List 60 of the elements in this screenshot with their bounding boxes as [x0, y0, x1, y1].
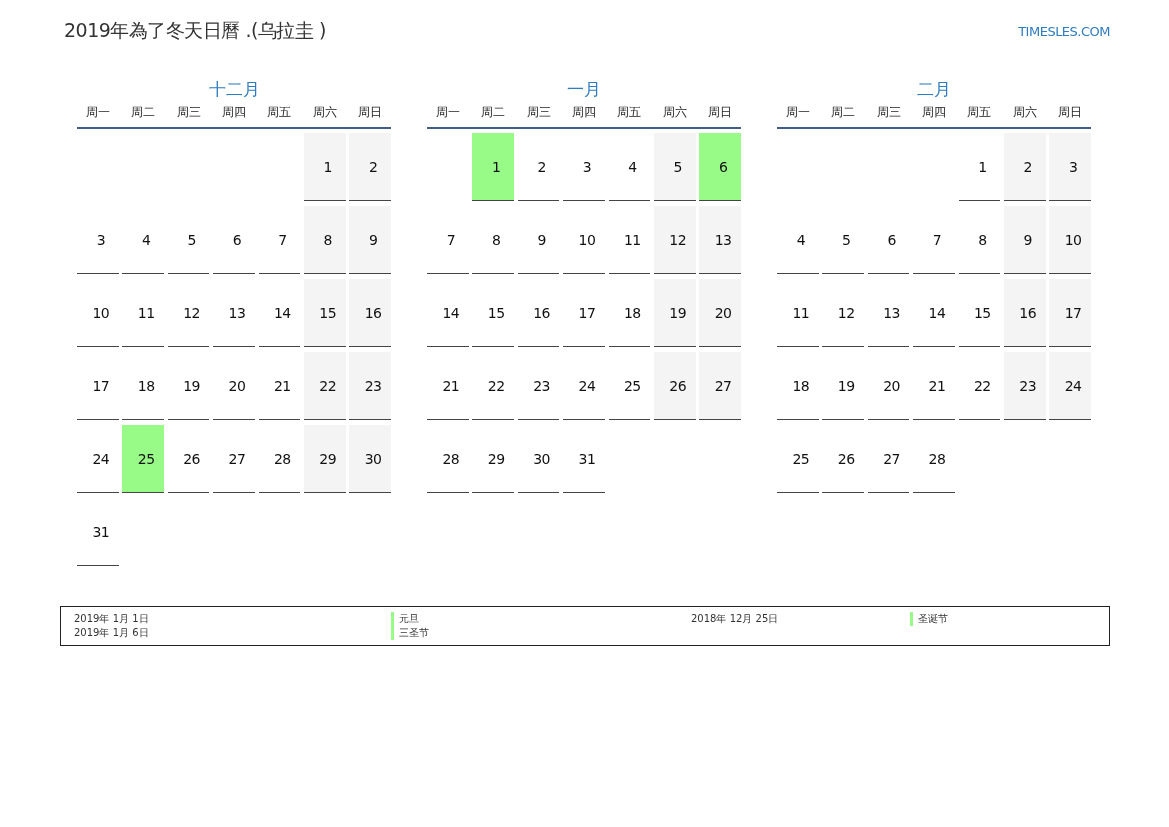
weekday-label: 周一 — [434, 104, 461, 121]
day-cell: 13 — [699, 206, 741, 274]
weekday-label: 周三 — [175, 104, 202, 121]
day-cell: 15 — [303, 279, 346, 347]
day-cell: 1 — [472, 133, 515, 201]
weekday-label: 周三 — [875, 104, 902, 121]
day-cell: 9 — [1003, 206, 1046, 274]
weekday-label: 周日 — [1057, 104, 1084, 121]
weekday-label: 周一 — [84, 104, 111, 121]
day-cell: 3 — [1049, 133, 1091, 201]
holiday-name: 元旦 — [391, 612, 419, 626]
month-title: 十二月 — [207, 78, 261, 101]
weekday-label: 周六 — [661, 104, 688, 121]
day-cell: 12 — [653, 206, 696, 274]
holiday-date: 2018年 12月 25日 — [691, 612, 779, 626]
weekday-label: 周四 — [570, 104, 597, 121]
site-link[interactable]: TIMESLES.COM — [1018, 23, 1110, 39]
weekday-label: 周二 — [830, 104, 857, 121]
weekday-label: 周四 — [920, 104, 947, 121]
day-cell: 23 — [349, 352, 391, 420]
day-cell: 25 — [122, 425, 165, 493]
weekday-label: 周六 — [311, 104, 338, 121]
day-cell: 26 — [653, 352, 696, 420]
day-cell: 9 — [349, 206, 391, 274]
holiday-date: 2019年 1月 1日 — [74, 612, 149, 626]
day-cell: 17 — [1049, 279, 1091, 347]
day-cell: 6 — [699, 133, 741, 201]
day-cell: 16 — [349, 279, 391, 347]
weekday-label: 周一 — [784, 104, 811, 121]
month-title: 二月 — [916, 78, 952, 101]
day-cell: 8 — [303, 206, 346, 274]
weekday-label: 周四 — [220, 104, 247, 121]
holiday-date: 2019年 1月 6日 — [74, 626, 149, 640]
month-title: 一月 — [566, 78, 602, 101]
weekday-label: 周日 — [357, 104, 384, 121]
day-cell: 5 — [653, 133, 696, 201]
day-cell: 22 — [303, 352, 346, 420]
weekday-label: 周二 — [480, 104, 507, 121]
weekday-label: 周六 — [1011, 104, 1038, 121]
weekday-label: 周日 — [707, 104, 734, 121]
holiday-name: 圣诞节 — [910, 612, 948, 626]
day-cell: 16 — [1003, 279, 1046, 347]
day-cell: 19 — [653, 279, 696, 347]
day-cell: 1 — [303, 133, 346, 201]
weekday-label: 周五 — [266, 104, 293, 121]
day-cell: 20 — [699, 279, 741, 347]
holiday-name: 三圣节 — [391, 626, 429, 640]
weekday-label: 周二 — [130, 104, 157, 121]
weekday-label: 周三 — [525, 104, 552, 121]
day-cell: 24 — [1049, 352, 1091, 420]
weekday-label: 周五 — [966, 104, 993, 121]
weekday-label: 周五 — [616, 104, 643, 121]
day-cell: 27 — [699, 352, 741, 420]
day-cell: 23 — [1003, 352, 1046, 420]
page-title: 2019年為了冬天日曆 .(乌拉圭 ) — [64, 18, 326, 43]
day-cell: 2 — [349, 133, 391, 201]
day-cell: 29 — [303, 425, 346, 493]
day-cell: 2 — [1003, 133, 1046, 201]
day-cell: 10 — [1049, 206, 1091, 274]
day-cell: 30 — [349, 425, 391, 493]
